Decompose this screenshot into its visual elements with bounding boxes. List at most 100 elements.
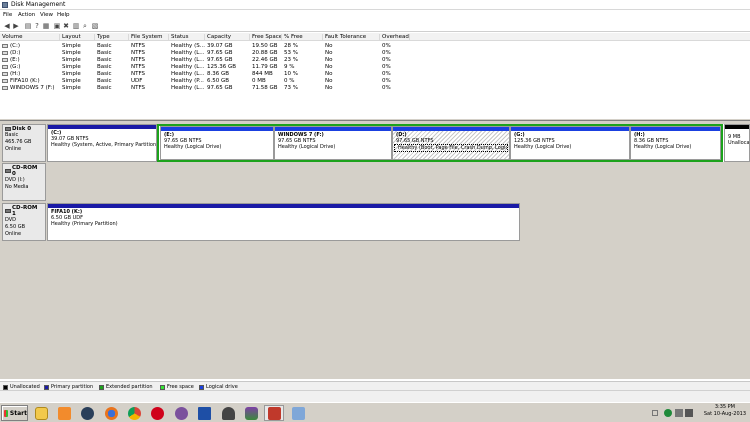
media-player-icon[interactable] (54, 405, 74, 421)
volume-icon[interactable] (685, 409, 693, 417)
cdrom-0-state: No Media (5, 184, 29, 190)
cell-layout: Simple (62, 85, 81, 91)
partition-size: 9 MB (728, 134, 741, 140)
disk-0-strip: (C:) 39.07 GB NTFS Healthy (System, Acti… (47, 124, 750, 162)
cdrom-0-label[interactable]: CD-ROM 0 DVD (I:) No Media (2, 163, 46, 201)
menu-action[interactable]: Action (18, 12, 35, 18)
partition-status: Healthy (Logical Drive) (634, 144, 692, 150)
col-percent-free[interactable]: % Free (282, 34, 323, 41)
col-overhead[interactable]: Overhead (380, 34, 410, 41)
menu-view[interactable]: View (40, 12, 53, 18)
network-icon[interactable] (675, 409, 683, 417)
cell-type: Basic (97, 85, 112, 91)
toolbar: ◀ ▶ ▤ ? ▦ ▣ ✖ ▥ ⌕ ▧ (0, 20, 750, 32)
tray-app-icon[interactable] (664, 409, 672, 417)
status-bar (0, 390, 750, 402)
inkscape-icon[interactable] (218, 405, 238, 421)
cdrom-0-name: CD-ROM 0 (11, 165, 38, 177)
window-title: Disk Management (11, 1, 66, 8)
legend-swatch (99, 384, 104, 390)
partition-g[interactable]: (G:) 125.36 GB NTFS Healthy (Logical Dri… (510, 126, 630, 160)
viber-icon[interactable] (171, 405, 191, 421)
cell-volume: WINDOWS 7 (F:) (10, 85, 55, 91)
cdrom-icon (5, 209, 11, 213)
partition-status: Healthy (Primary Partition) (51, 221, 118, 227)
clock-date: Sat 10-Aug-2013 (703, 411, 746, 417)
paint-icon[interactable] (288, 405, 308, 421)
winrar-icon[interactable] (241, 405, 261, 421)
legend-swatch (44, 384, 49, 390)
partition-status: Healthy (Logical Drive) (514, 144, 572, 150)
back-icon[interactable]: ◀ (3, 22, 11, 30)
start-label: Start (9, 409, 27, 417)
search-icon[interactable]: ⌕ (81, 22, 89, 30)
opera-icon[interactable] (147, 405, 167, 421)
disk-management-icon (2, 2, 8, 8)
menu-bar: File Action View Help (0, 10, 750, 20)
volume-list-header: Volume Layout Type File System Status Ca… (0, 33, 750, 41)
disk-icon (5, 127, 11, 131)
partition-name: (C:) (51, 130, 62, 136)
partition-status: Healthy (Boot, Page File, Crash Dump, Lo… (394, 144, 508, 152)
refresh-icon[interactable]: ▦ (42, 22, 50, 30)
partition-e[interactable]: (E:) 97.65 GB NTFS Healthy (Logical Driv… (160, 126, 274, 160)
disk-management-icon[interactable] (264, 405, 284, 421)
disk-graph-view: Disk 0 Basic 465.76 GB Online (C:) 39.07… (0, 121, 750, 379)
col-type[interactable]: Type (95, 34, 129, 41)
properties-icon[interactable]: ▤ (24, 22, 32, 30)
partition-c[interactable]: (C:) 39.07 GB NTFS Healthy (System, Acti… (47, 124, 157, 162)
format-icon[interactable]: ▥ (72, 22, 80, 30)
partition-name: (G:) (514, 132, 525, 138)
partition-status: Healthy (Logical Drive) (278, 144, 336, 150)
partition-k[interactable]: FIFA10 (K:) 6.50 GB UDF Healthy (Primary… (47, 203, 520, 241)
partition-name: (E:) (164, 132, 174, 138)
disk-0-label[interactable]: Disk 0 Basic 465.76 GB Online (2, 124, 46, 162)
firefox-icon[interactable] (101, 405, 121, 421)
legend-swatch (199, 384, 204, 390)
partition-d[interactable]: (D:) 97.65 GB NTFS Healthy (Boot, Page F… (392, 126, 510, 160)
legend-swatch (3, 384, 8, 390)
forward-icon[interactable]: ▶ (12, 22, 20, 30)
connect-icon[interactable]: ▣ (53, 22, 61, 30)
steam-icon[interactable] (77, 405, 97, 421)
cell-capacity: 97.65 GB (207, 85, 233, 91)
menu-file[interactable]: File (3, 12, 12, 18)
zoom-icon[interactable]: ▧ (91, 22, 99, 30)
cdrom-1-size: 6.50 GB (5, 224, 26, 230)
col-status[interactable]: Status (169, 34, 205, 41)
legend-swatch (160, 384, 165, 390)
partition-f[interactable]: WINDOWS 7 (F:) 97.65 GB NTFS Healthy (Lo… (274, 126, 392, 160)
col-free-space[interactable]: Free Space (250, 34, 282, 41)
col-layout[interactable]: Layout (60, 34, 95, 41)
help-icon[interactable]: ? (33, 22, 41, 30)
partition-name: FIFA10 (K:) (51, 209, 83, 215)
cell-percent-free: 73 % (284, 85, 298, 91)
table-row[interactable]: WINDOWS 7 (F:) Simple Basic NTFS Healthy (L.… (0, 84, 750, 92)
col-fault-tolerance[interactable]: Fault Tolerance (323, 34, 380, 41)
chrome-icon[interactable] (124, 405, 144, 421)
disk-0-size: 465.76 GB (5, 139, 32, 145)
partition-status: Healthy (System, Active, Primary Partiti… (51, 142, 156, 148)
clock[interactable]: 3:35 PM Sat 10-Aug-2013 (704, 404, 746, 418)
windows-logo-icon (4, 409, 8, 417)
col-filesystem[interactable]: File System (129, 34, 169, 41)
folder-icon[interactable] (31, 405, 51, 421)
cell-free-space: 71.58 GB (252, 85, 278, 91)
col-volume[interactable]: Volume (0, 34, 60, 41)
partition-name: (D:) (396, 132, 407, 138)
show-hidden-icons-icon[interactable] (652, 410, 658, 416)
unallocated-space[interactable]: 9 MB Unallocat (724, 124, 750, 162)
taskbar: Start 3:35 PM Sat 10-Aug-2013 (0, 402, 750, 422)
col-capacity[interactable]: Capacity (205, 34, 250, 41)
fifa10-icon[interactable] (194, 405, 214, 421)
cdrom-0-type: DVD (I:) (5, 177, 25, 183)
volume-list: Volume Layout Type File System Status Ca… (0, 33, 750, 118)
partition-h[interactable]: (H:) 8.36 GB NTFS Healthy (Logical Drive… (630, 126, 721, 160)
partition-status: Unallocat (728, 140, 749, 146)
delete-icon[interactable]: ✖ (62, 22, 70, 30)
cell-fault-tolerance: No (325, 85, 333, 91)
cdrom-icon (5, 169, 11, 173)
start-button[interactable]: Start (1, 405, 28, 421)
cdrom-1-label[interactable]: CD-ROM 1 DVD 6.50 GB Online (2, 203, 46, 241)
menu-help[interactable]: Help (57, 12, 70, 18)
